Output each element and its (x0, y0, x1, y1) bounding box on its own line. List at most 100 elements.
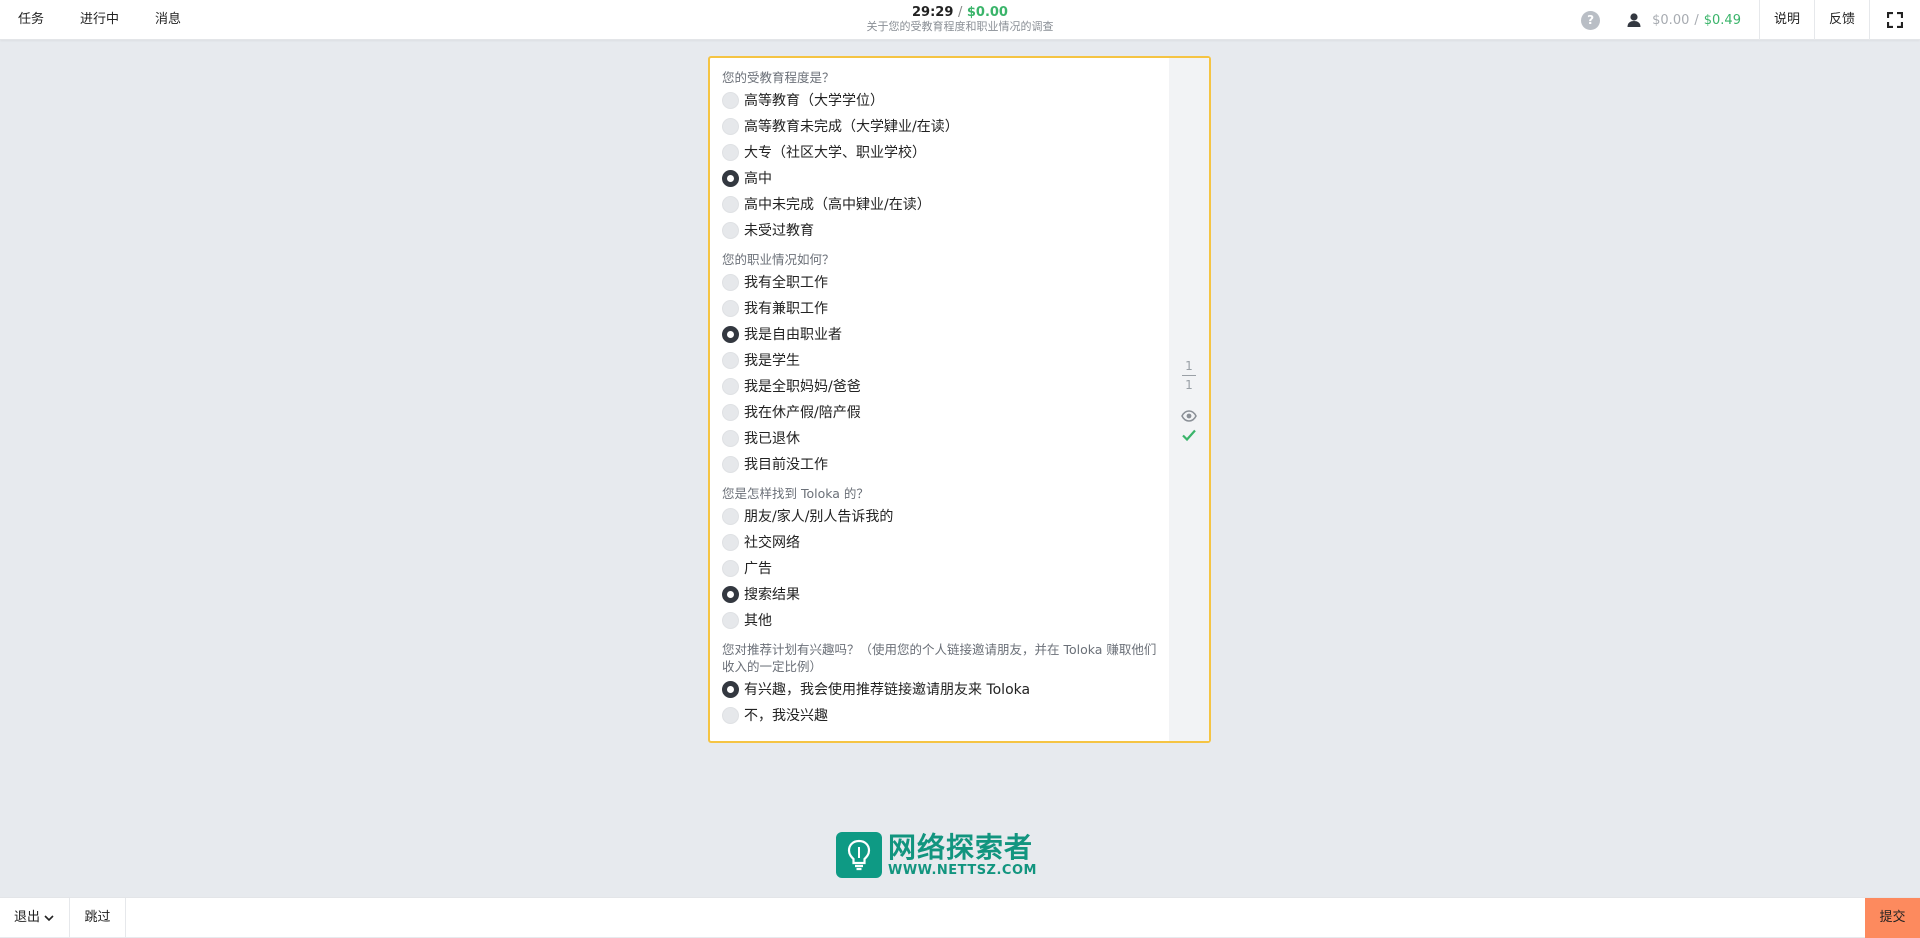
radio-button[interactable] (722, 377, 739, 395)
radio-button[interactable] (722, 706, 739, 724)
radio-button-checked[interactable] (722, 585, 739, 603)
balance-available: $0.49 (1703, 12, 1741, 28)
feedback-link[interactable]: 反馈 (1815, 0, 1870, 40)
user-icon (1627, 13, 1641, 27)
radio-option[interactable]: 我已退休 (722, 425, 1167, 451)
radio-button[interactable] (722, 533, 739, 551)
radio-button[interactable] (722, 559, 739, 577)
radio-button[interactable] (722, 507, 739, 525)
radio-option[interactable]: 我是全职妈妈/爸爸 (722, 373, 1167, 399)
timer-reward: 29:29 / $0.00 (810, 5, 1110, 20)
task-title: 关于您的受教育程度和职业情况的调查 (866, 20, 1054, 33)
radio-button-checked[interactable] (722, 169, 739, 187)
option-label: 社交网络 (744, 535, 800, 551)
page-current: 1 (1185, 359, 1193, 373)
radio-option[interactable]: 有兴趣，我会使用推荐链接邀请朋友来 Toloka (722, 676, 1167, 702)
question-2: 您的职业情况如何？ 我有全职工作我有兼职工作我是自由职业者我是学生我是全职妈妈/爸… (722, 251, 1167, 477)
radio-button-checked[interactable] (722, 325, 739, 343)
skip-button[interactable]: 跳过 (70, 898, 126, 938)
logo-name: 网络探索者 (888, 830, 1034, 864)
help-icon[interactable]: ? (1581, 10, 1601, 30)
logo-text: 网络探索者 WWW.NETTSZ.COM (888, 830, 1037, 878)
fullscreen-button[interactable] (1870, 0, 1920, 40)
option-label: 高中未完成（高中肄业/在读） (744, 197, 931, 213)
radio-button-checked[interactable] (722, 680, 739, 698)
radio-option[interactable]: 高中 (722, 165, 1167, 191)
nav-messages[interactable]: 消息 (137, 0, 199, 40)
balance-separator: / (1694, 12, 1699, 28)
expand-icon (1887, 12, 1903, 28)
radio-option[interactable]: 高中未完成（高中肄业/在读） (722, 191, 1167, 217)
option-label: 我是全职妈妈/爸爸 (744, 379, 861, 395)
option-label: 朋友/家人/别人告诉我的 (744, 509, 894, 525)
counter-divider (1182, 375, 1196, 376)
radio-button[interactable] (722, 117, 739, 135)
checkmark-icon (1182, 429, 1196, 442)
radio-option[interactable]: 我有全职工作 (722, 269, 1167, 295)
radio-button[interactable] (722, 273, 739, 291)
question-4: 您对推荐计划有兴趣吗？（使用您的个人链接邀请朋友，并在 Toloka 赚取他们收… (722, 641, 1167, 728)
radio-option[interactable]: 朋友/家人/别人告诉我的 (722, 503, 1167, 529)
task-info: 29:29 / $0.00 关于您的受教育程度和职业情况的调查 (810, 5, 1110, 34)
radio-option[interactable]: 我目前没工作 (722, 451, 1167, 477)
exit-button[interactable]: 退出 (0, 898, 70, 938)
radio-option[interactable]: 搜索结果 (722, 581, 1167, 607)
chevron-down-icon (44, 915, 54, 922)
radio-button[interactable] (722, 143, 739, 161)
radio-option[interactable]: 其他 (722, 607, 1167, 633)
option-label: 高等教育（大学学位） (744, 93, 884, 109)
option-label: 我目前没工作 (744, 457, 828, 473)
option-label: 有兴趣，我会使用推荐链接邀请朋友来 Toloka (744, 682, 1031, 698)
radio-option[interactable]: 我在休产假/陪产假 (722, 399, 1167, 425)
option-label: 搜索结果 (744, 587, 800, 603)
lightbulb-icon (836, 832, 882, 878)
survey-form: 您的受教育程度是？ 高等教育（大学学位） 高等教育未完成（大学肄业/在读） 大专（社区… (722, 69, 1167, 736)
nav-in-progress[interactable]: 进行中 (62, 0, 137, 40)
option-label: 我是学生 (744, 353, 800, 369)
radio-option[interactable]: 高等教育未完成（大学肄业/在读） (722, 113, 1167, 139)
task-card: 您的受教育程度是？ 高等教育（大学学位） 高等教育未完成（大学肄业/在读） 大专（社区… (708, 56, 1211, 743)
submit-button[interactable]: 提交 (1865, 898, 1920, 938)
question-title: 您的职业情况如何？ (722, 252, 835, 267)
balance-pending: $0.00 (1652, 12, 1690, 28)
radio-option[interactable]: 我是学生 (722, 347, 1167, 373)
option-label: 大专（社区大学、职业学校） (744, 145, 926, 161)
balance[interactable]: $0.00 / $0.49 (1626, 0, 1760, 40)
option-label: 高等教育未完成（大学肄业/在读） (744, 119, 959, 135)
radio-option[interactable]: 高等教育（大学学位） (722, 87, 1167, 113)
card-sidebar: 1 1 (1169, 58, 1209, 741)
option-label: 未受过教育 (744, 223, 814, 239)
page-counter: 1 1 (1169, 359, 1209, 393)
question-title: 您是怎样找到 Toloka 的？ (722, 486, 869, 501)
radio-button[interactable] (722, 195, 739, 213)
radio-button[interactable] (722, 429, 739, 447)
radio-button[interactable] (722, 403, 739, 421)
instructions-link[interactable]: 说明 (1760, 0, 1815, 40)
right-nav: ? $0.00 / $0.49 说明 反馈 (1581, 0, 1920, 40)
top-bar: 任务 进行中 消息 29:29 / $0.00 关于您的受教育程度和职业情况的调… (0, 0, 1920, 40)
option-label: 高中 (744, 171, 772, 187)
radio-option[interactable]: 大专（社区大学、职业学校） (722, 139, 1167, 165)
option-label: 广告 (744, 561, 772, 577)
radio-button[interactable] (722, 455, 739, 473)
page-total: 1 (1185, 378, 1193, 392)
option-label: 我有兼职工作 (744, 301, 828, 317)
question-title: 您对推荐计划有兴趣吗？（使用您的个人链接邀请朋友，并在 Toloka 赚取他们收… (722, 642, 1157, 674)
radio-option[interactable]: 广告 (722, 555, 1167, 581)
question-title: 您的受教育程度是？ (722, 70, 835, 85)
radio-button[interactable] (722, 351, 739, 369)
radio-button[interactable] (722, 221, 739, 239)
radio-option[interactable]: 社交网络 (722, 529, 1167, 555)
nav-tasks[interactable]: 任务 (0, 0, 62, 40)
eye-icon[interactable] (1181, 410, 1197, 422)
exit-label: 退出 (14, 910, 41, 925)
timer: 29:29 (912, 5, 954, 20)
radio-button[interactable] (722, 299, 739, 317)
option-label: 我在休产假/陪产假 (744, 405, 861, 421)
radio-button[interactable] (722, 611, 739, 629)
radio-option[interactable]: 未受过教育 (722, 217, 1167, 243)
radio-button[interactable] (722, 91, 739, 109)
radio-option[interactable]: 我有兼职工作 (722, 295, 1167, 321)
radio-option[interactable]: 不，我没兴趣 (722, 702, 1167, 728)
radio-option[interactable]: 我是自由职业者 (722, 321, 1167, 347)
